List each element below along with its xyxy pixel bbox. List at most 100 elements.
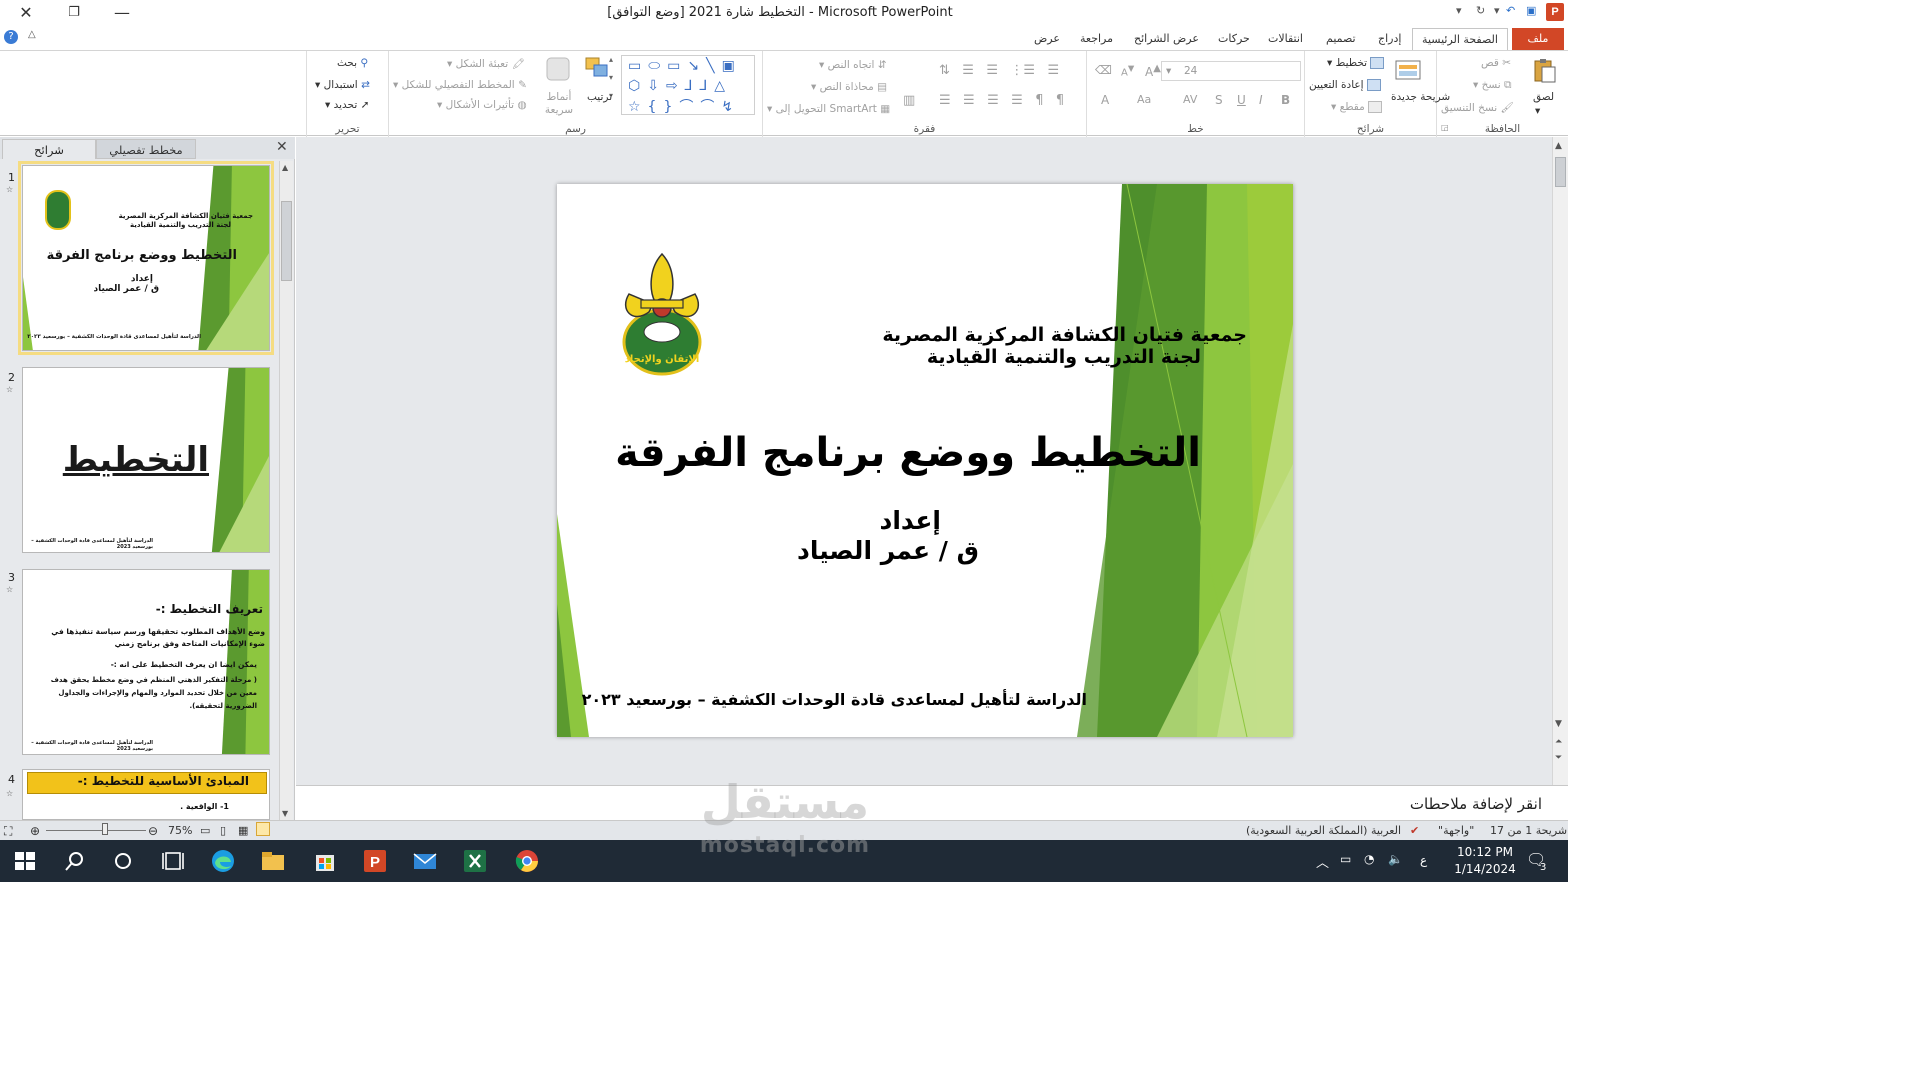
shapes-row-1[interactable]: ▭⬭▭↘╲▣ — [628, 58, 742, 74]
font-color-button[interactable]: A — [1101, 93, 1109, 107]
shadow-button[interactable]: S — [1215, 93, 1223, 107]
cut-button[interactable]: قص ✂ — [1481, 57, 1511, 69]
reading-view-icon[interactable]: ▯ — [220, 824, 226, 837]
qat-customize-icon[interactable]: ▾ — [1456, 4, 1462, 17]
spelling-icon[interactable]: ✔ — [1410, 824, 1419, 837]
quick-styles-button[interactable]: أنماط سريعة — [541, 91, 577, 117]
text-direction-button[interactable]: ▾ اتجاه النص ⇵ — [819, 59, 887, 71]
input-language[interactable]: ع — [1420, 853, 1427, 867]
section-button[interactable]: ▾ مقطع — [1331, 101, 1383, 113]
char-spacing-button[interactable]: AV — [1183, 93, 1197, 106]
edge-browser-icon[interactable] — [210, 848, 236, 874]
fit-slide-icon[interactable]: ⛶ — [4, 824, 12, 839]
ribbon-collapse-icon[interactable]: △ — [28, 29, 36, 40]
slide-scrollbar[interactable]: ▲ ▼ ⏶ ⏷ — [1552, 137, 1568, 785]
thumbnail-scroll-thumb[interactable] — [281, 201, 292, 281]
zoom-out-icon[interactable]: ⊖ — [148, 824, 158, 838]
tab-insert[interactable]: إدراج — [1370, 28, 1409, 50]
close-icon[interactable]: ✕ — [14, 3, 38, 23]
shapes-row-3[interactable]: ☆{}⌒⌒↯ — [628, 96, 740, 116]
clock[interactable]: 10:12 PM 1/14/2024 — [1440, 844, 1530, 878]
tray-expand-icon[interactable]: ︿ — [1316, 852, 1329, 871]
search-icon[interactable] — [62, 848, 88, 874]
shapes-row-2[interactable]: ⬡⇩⇨⅃⅃△ — [628, 78, 732, 94]
align-text-button[interactable]: ▾ محاذاة النص ▤ — [811, 81, 887, 93]
grow-font-button[interactable]: A▲ — [1145, 63, 1161, 79]
paragraph-icons-row1[interactable]: ⇅ ☰ ☰ ⋮☰ ☰ — [939, 63, 1059, 78]
tab-view[interactable]: عرض — [1026, 28, 1068, 50]
change-case-button[interactable]: Aa — [1137, 93, 1151, 106]
slide-thumbnail-1[interactable]: جمعية فتيان الكشافة المركزية المصرية لجن… — [18, 161, 274, 355]
convert-smartart-button[interactable]: ▾ التحويل إلى SmartArt ▦ — [767, 103, 890, 115]
previous-slide-icon[interactable]: ⏶ — [1555, 737, 1562, 747]
battery-icon[interactable]: ▭ — [1340, 852, 1351, 866]
replace-button[interactable]: ▾ استبدال ⇄ — [315, 79, 370, 91]
next-slide-icon[interactable]: ⏷ — [1555, 753, 1562, 763]
notes-pane[interactable]: انقر لإضافة ملاحطات — [296, 785, 1568, 820]
copy-button[interactable]: ▾ نسخ ⧉ — [1473, 79, 1512, 92]
shape-outline-button[interactable]: ▾ المخطط التفصيلي للشكل ✎ — [393, 79, 527, 91]
bold-button[interactable]: B — [1281, 93, 1290, 107]
volume-icon[interactable]: 🔈 — [1388, 852, 1403, 866]
zoom-in-icon[interactable]: ⊕ — [30, 824, 40, 838]
chrome-icon[interactable] — [514, 848, 540, 874]
tab-design[interactable]: تصميم — [1318, 28, 1364, 50]
tab-home[interactable]: الصفحة الرئيسية — [1412, 28, 1508, 50]
minimize-icon[interactable]: — — [110, 3, 134, 23]
tab-file[interactable]: ملف — [1512, 28, 1564, 50]
new-slide-button[interactable]: شريحة جديدة — [1391, 91, 1450, 103]
task-view-icon[interactable] — [160, 848, 186, 874]
file-explorer-icon[interactable] — [260, 848, 286, 874]
thumbnail-scrollbar[interactable]: ▲ ▼ — [279, 161, 293, 820]
slideshow-view-icon[interactable]: ▭ — [200, 824, 210, 837]
layout-button[interactable]: ▾ تخطيط — [1327, 57, 1385, 69]
tab-transitions[interactable]: انتقالات — [1260, 28, 1311, 50]
tab-review[interactable]: مراجعة — [1072, 28, 1121, 50]
clear-format-icon[interactable]: ⌫ — [1095, 63, 1112, 77]
font-size-box[interactable]: ▾ 24 — [1161, 61, 1301, 81]
find-button[interactable]: بحث ⚲ — [337, 57, 368, 69]
columns-icon[interactable]: ▥ — [903, 93, 915, 108]
save-icon[interactable]: ▣ — [1526, 4, 1536, 17]
sorter-view-icon[interactable]: ▦ — [238, 824, 248, 837]
zoom-level[interactable]: 75% — [168, 824, 192, 837]
powerpoint-taskbar-icon[interactable]: P — [362, 848, 388, 874]
italic-button[interactable]: I — [1259, 93, 1263, 107]
store-icon[interactable] — [312, 848, 338, 874]
alignment-icons[interactable]: ☰ ☰ ☰ ☰ ¶ ¶ — [939, 93, 1064, 108]
excel-icon[interactable] — [462, 848, 488, 874]
shape-fill-button[interactable]: ▾ تعبئة الشكل 🖍 — [447, 57, 525, 70]
shape-effects-button[interactable]: ▾ تأثيرات الأشكال ◍ — [437, 99, 527, 111]
arrange-button[interactable]: ترتيب — [587, 91, 612, 103]
language-status[interactable]: العربية (المملكة العربية السعودية) — [1246, 824, 1401, 837]
shapes-gallery[interactable]: ▭⬭▭↘╲▣ ⬡⇩⇨⅃⅃△ ☆{}⌒⌒↯ — [621, 55, 755, 115]
undo-dropdown-icon[interactable]: ▾ — [1494, 4, 1500, 17]
windows-start-icon[interactable] — [12, 848, 38, 874]
slide-scroll-thumb[interactable] — [1555, 157, 1566, 187]
mail-icon[interactable] — [412, 848, 438, 874]
paste-button[interactable]: لصق — [1533, 91, 1554, 103]
wifi-icon[interactable]: ◔ — [1364, 852, 1374, 866]
tab-animations[interactable]: حركات — [1210, 28, 1258, 50]
clipboard-launcher-icon[interactable]: ◲ — [1441, 123, 1449, 132]
main-slide[interactable]: الإتقان والإتحاد جمعية فتيان الكشافة الم… — [557, 184, 1293, 737]
tab-slideshow[interactable]: عرض الشرائح — [1126, 28, 1207, 50]
help-icon[interactable]: ? — [4, 30, 18, 44]
panel-close-icon[interactable]: ✕ — [276, 139, 288, 155]
slide-thumbnail-2[interactable]: التخطيط الدراسة لتأهيل لمساعدى قادة الوح… — [22, 367, 270, 553]
reset-button[interactable]: إعادة التعيين — [1309, 79, 1381, 91]
tab-slides-panel[interactable]: شرائح — [2, 139, 96, 159]
slide-thumbnail-4[interactable]: المبادئ الأساسية للتخطيط :- 1- الواقعية … — [22, 769, 270, 820]
underline-button[interactable]: U — [1237, 93, 1246, 107]
tab-outline-panel[interactable]: مخطط تفصيلي — [96, 139, 196, 159]
normal-view-icon[interactable] — [256, 822, 270, 836]
undo-icon[interactable]: ↶ — [1506, 4, 1515, 17]
select-button[interactable]: ▾ تحديد ➚ — [325, 99, 369, 111]
cortana-icon[interactable] — [110, 848, 136, 874]
zoom-slider-thumb[interactable] — [102, 823, 108, 835]
slide-thumbnail-3[interactable]: تعريف التخطيط :- وضع الأهداف المطلوب تحق… — [22, 569, 270, 755]
zoom-slider[interactable] — [46, 830, 146, 831]
format-painter-button[interactable]: نسخ التنسيق 🖌 — [1441, 101, 1514, 114]
redo-icon[interactable]: ↻ — [1476, 4, 1485, 17]
restore-icon[interactable]: ❐ — [62, 3, 86, 23]
